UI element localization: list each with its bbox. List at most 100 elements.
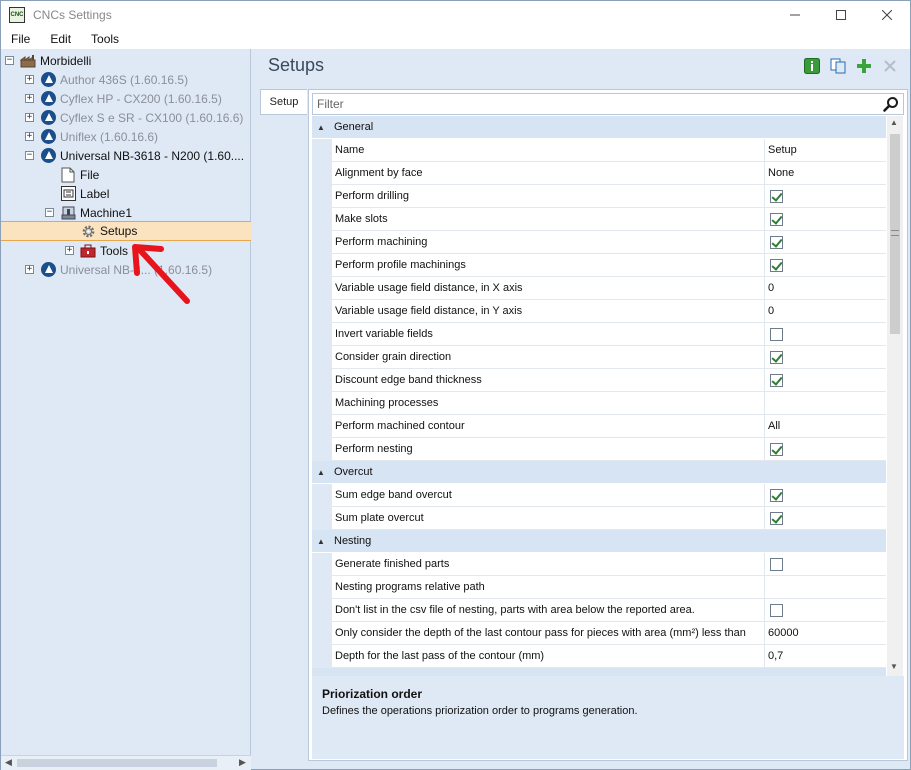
tab-setup[interactable]: Setup [260, 89, 307, 115]
property-value[interactable] [765, 576, 886, 598]
property-row[interactable]: Perform machined contour All [332, 415, 886, 438]
property-value[interactable] [765, 323, 886, 345]
category-nesting[interactable]: ▲ Nesting [312, 530, 886, 552]
property-value[interactable] [765, 599, 886, 621]
property-row[interactable]: Don't list in the csv file of nesting, p… [332, 599, 886, 622]
tree-item-setups[interactable]: Setups [1, 221, 251, 241]
expand-icon[interactable]: + [25, 94, 34, 103]
property-value[interactable] [765, 553, 886, 575]
collapse-chevron-icon[interactable]: ▲ [312, 537, 330, 546]
property-value[interactable]: 0 [765, 300, 886, 322]
checked-checkbox[interactable] [770, 442, 783, 456]
expand-icon[interactable]: + [65, 246, 74, 255]
property-row[interactable]: Discount edge band thickness [332, 369, 886, 392]
expand-icon[interactable]: + [25, 75, 34, 84]
checked-checkbox[interactable] [770, 235, 783, 249]
property-value[interactable] [765, 346, 886, 368]
property-row[interactable]: Variable usage field distance, in Y axis… [332, 300, 886, 323]
property-row[interactable]: Depth for the last pass of the contour (… [332, 645, 886, 668]
expand-icon[interactable]: + [25, 265, 34, 274]
menu-edit[interactable]: Edit [40, 32, 81, 46]
property-row[interactable]: Perform drilling [332, 185, 886, 208]
expand-icon[interactable]: + [25, 113, 34, 122]
scroll-right-icon[interactable]: ▶ [239, 757, 246, 768]
property-row[interactable]: Machining processes [332, 392, 886, 415]
tree-item-label[interactable]: Label [60, 184, 109, 203]
property-value[interactable] [765, 392, 886, 414]
property-row[interactable]: Name Setup [332, 139, 886, 162]
minimize-button[interactable] [772, 1, 818, 29]
checked-checkbox[interactable] [770, 373, 783, 387]
checked-checkbox[interactable] [770, 488, 783, 502]
property-row[interactable]: Perform machining [332, 231, 886, 254]
info-button[interactable] [802, 57, 822, 75]
collapse-icon[interactable]: − [25, 151, 34, 160]
property-value[interactable] [765, 254, 886, 276]
property-value[interactable]: 0 [765, 277, 886, 299]
tree-item-file[interactable]: File [60, 165, 99, 184]
collapse-icon[interactable]: − [45, 208, 54, 217]
property-value[interactable] [765, 484, 886, 506]
collapse-chevron-icon[interactable]: ▲ [312, 123, 330, 132]
property-row[interactable]: Variable usage field distance, in X axis… [332, 277, 886, 300]
property-value[interactable] [765, 231, 886, 253]
checked-checkbox[interactable] [770, 511, 783, 525]
property-value[interactable]: Setup [765, 139, 886, 161]
checked-checkbox[interactable] [770, 212, 783, 226]
property-value[interactable] [765, 369, 886, 391]
property-row[interactable]: Only consider the depth of the last cont… [332, 622, 886, 645]
category-overcut[interactable]: ▲ Overcut [312, 461, 886, 483]
tree-item-universal-nb-3618[interactable]: − Universal NB-3618 - N200 (1.60.... [25, 146, 244, 165]
property-row[interactable]: Sum edge band overcut [332, 484, 886, 507]
property-row[interactable]: Make slots [332, 208, 886, 231]
property-row[interactable]: Sum plate overcut [332, 507, 886, 530]
close-button[interactable] [864, 1, 910, 29]
tree-item-uniflex[interactable]: + Uniflex (1.60.16.6) [25, 127, 158, 146]
scroll-left-icon[interactable]: ◀ [5, 757, 12, 768]
scrollbar-thumb[interactable] [17, 759, 217, 767]
property-row[interactable]: Generate finished parts [332, 553, 886, 576]
property-value[interactable] [765, 208, 886, 230]
copy-button[interactable] [828, 57, 848, 75]
property-value[interactable]: 0,7 [765, 645, 886, 667]
unchecked-checkbox[interactable] [770, 603, 783, 617]
scroll-up-icon[interactable]: ▲ [890, 118, 898, 127]
property-value[interactable] [765, 507, 886, 529]
tree-item-cyflex-s[interactable]: + Cyflex S e SR - CX100 (1.60.16.6) [25, 108, 243, 127]
expand-icon[interactable]: + [25, 132, 34, 141]
tree-item-tools[interactable]: + Tools [65, 241, 128, 260]
filter-input[interactable] [313, 97, 873, 111]
property-row[interactable]: Perform nesting [332, 438, 886, 461]
category-next[interactable] [312, 668, 886, 676]
checked-checkbox[interactable] [770, 258, 783, 272]
search-icon[interactable] [883, 96, 899, 112]
property-row[interactable]: Consider grain direction [332, 346, 886, 369]
tree-item-root[interactable]: − Morbidelli [5, 51, 91, 70]
add-button[interactable] [854, 57, 874, 75]
tree-item-machine1[interactable]: − Machine1 [45, 203, 132, 222]
delete-button[interactable] [880, 57, 900, 75]
unchecked-checkbox[interactable] [770, 557, 783, 571]
property-grid-scrollbar[interactable]: ▲ ▼ [887, 116, 903, 676]
tree-item-cyflex-hp[interactable]: + Cyflex HP - CX200 (1.60.16.5) [25, 89, 222, 108]
property-row[interactable]: Invert variable fields [332, 323, 886, 346]
unchecked-checkbox[interactable] [770, 327, 783, 341]
tree-horizontal-scrollbar[interactable]: ◀ ▶ [1, 755, 251, 770]
property-row[interactable]: Perform profile machinings [332, 254, 886, 277]
property-row[interactable]: Alignment by face None [332, 162, 886, 185]
property-value[interactable]: None [765, 162, 886, 184]
tree-item-author[interactable]: + Author 436S (1.60.16.5) [25, 70, 188, 89]
checked-checkbox[interactable] [770, 350, 783, 364]
menu-file[interactable]: File [1, 32, 40, 46]
category-general[interactable]: ▲ General [312, 116, 886, 138]
property-value[interactable]: All [765, 415, 886, 437]
collapse-icon[interactable]: − [5, 56, 14, 65]
property-value[interactable]: 60000 [765, 622, 886, 644]
property-row[interactable]: Nesting programs relative path [332, 576, 886, 599]
checked-checkbox[interactable] [770, 189, 783, 203]
maximize-button[interactable] [818, 1, 864, 29]
tree-item-universal-nb-2[interactable]: + Universal NB-3... (1.60.16.5) [25, 260, 212, 279]
collapse-chevron-icon[interactable]: ▲ [312, 468, 330, 477]
scroll-down-icon[interactable]: ▼ [890, 662, 898, 671]
property-value[interactable] [765, 438, 886, 460]
